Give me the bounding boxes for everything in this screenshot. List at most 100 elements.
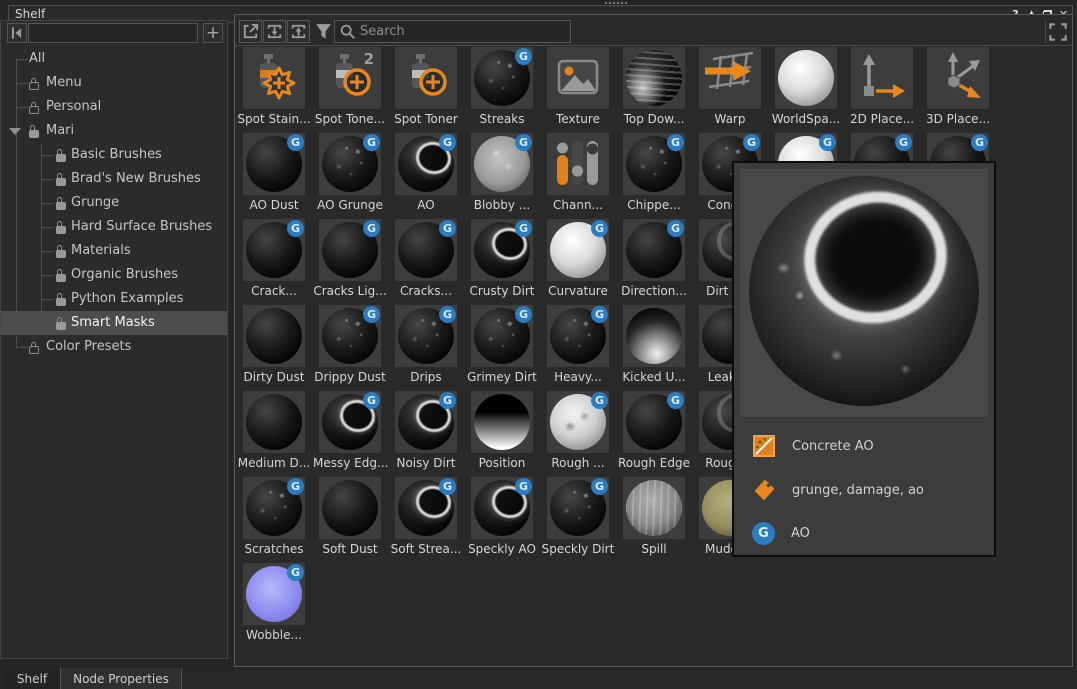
search-input[interactable] [358, 23, 570, 40]
shelf-item[interactable]: Kicked U... [617, 305, 691, 387]
shelf-item[interactable]: GRough Edge [617, 391, 691, 473]
shelf-item[interactable]: GCrack... [237, 219, 311, 301]
shader-ball-thumbnail[interactable]: G [319, 133, 381, 195]
shelf-item[interactable]: GSoft Strea... [389, 477, 463, 559]
shelf-item[interactable]: GCrusty Dirt [465, 219, 539, 301]
shelf-item[interactable]: GNoisy Dirt [389, 391, 463, 473]
shader-ball-thumbnail[interactable]: G [547, 219, 609, 281]
open-external-button[interactable] [239, 20, 262, 43]
shelf-item[interactable]: GDrips [389, 305, 463, 387]
add-shelf-button[interactable]: + [203, 23, 223, 43]
shelf-item[interactable]: Position [465, 391, 539, 473]
shelf-item[interactable]: WorldSpa... [769, 47, 843, 129]
shader-ball-thumbnail[interactable] [775, 47, 837, 109]
shader-ball-thumbnail[interactable] [623, 47, 685, 109]
shelf-item[interactable]: Dirty Dust [237, 305, 311, 387]
shader-ball-thumbnail[interactable]: G [395, 391, 457, 453]
shelf-item[interactable]: GAO [389, 133, 463, 215]
spot-stain-thumbnail[interactable] [243, 47, 305, 109]
shelf-item[interactable]: GChippe... [617, 133, 691, 215]
shader-ball-thumbnail[interactable]: G [395, 133, 457, 195]
shader-ball-thumbnail[interactable]: G [623, 219, 685, 281]
shader-ball-thumbnail[interactable]: G [319, 391, 381, 453]
shader-ball-thumbnail[interactable]: G [471, 219, 533, 281]
shelf-item[interactable]: GSpeckly Dirt [541, 477, 615, 559]
tree-item-mari[interactable]: Mari [1, 119, 227, 143]
texture-thumbnail[interactable] [547, 47, 609, 109]
shader-ball-thumbnail[interactable] [319, 477, 381, 539]
tree-item-personal[interactable]: Personal [1, 95, 227, 119]
shelf-filter-input[interactable] [28, 23, 198, 43]
shader-ball-thumbnail[interactable]: G [243, 219, 305, 281]
shader-ball-thumbnail[interactable]: G [395, 219, 457, 281]
shelf-item[interactable]: Warp [693, 47, 767, 129]
tab-shelf[interactable]: Shelf [4, 668, 60, 689]
shelf-item[interactable]: 2Spot Tone... [313, 47, 387, 129]
shelf-item[interactable]: GScratches [237, 477, 311, 559]
shelf-item[interactable]: GBlobby ... [465, 133, 539, 215]
shader-ball-thumbnail[interactable]: G [471, 305, 533, 367]
shelf-item[interactable]: Top Dow... [617, 47, 691, 129]
shelf-item[interactable]: GMessy Edg... [313, 391, 387, 473]
expand-triangle-icon[interactable] [9, 128, 21, 135]
tree-item-organic-brushes[interactable]: Organic Brushes [1, 263, 227, 287]
tree-item-menu[interactable]: Menu [1, 71, 227, 95]
shader-ball-thumbnail[interactable]: G [623, 133, 685, 195]
shelf-item[interactable]: GDirection... [617, 219, 691, 301]
expand-panel-button[interactable] [1045, 20, 1070, 43]
shelf-item[interactable]: Chann... [541, 133, 615, 215]
shelf-item[interactable]: Soft Dust [313, 477, 387, 559]
shelf-item[interactable]: GRough ... [541, 391, 615, 473]
tab-node-properties[interactable]: Node Properties [60, 668, 182, 689]
spot-toner-thumbnail[interactable]: 2 [319, 47, 381, 109]
shelf-item[interactable]: GAO Grunge [313, 133, 387, 215]
shader-ball-thumbnail[interactable]: G [623, 391, 685, 453]
shelf-item[interactable]: GSpeckly AO [465, 477, 539, 559]
shader-ball-thumbnail[interactable]: G [243, 133, 305, 195]
tree-item-hard-surface-brushes[interactable]: Hard Surface Brushes [1, 215, 227, 239]
spot-toner-thumbnail[interactable] [395, 47, 457, 109]
shelf-item[interactable]: GHeavy... [541, 305, 615, 387]
filter-button[interactable] [312, 20, 335, 43]
collapse-panel-button[interactable] [7, 23, 27, 43]
tree-item-brad-s-new-brushes[interactable]: Brad's New Brushes [1, 167, 227, 191]
shelf-item[interactable]: Spot Toner [389, 47, 463, 129]
shelf-item[interactable]: GWobble... [237, 563, 311, 645]
tree-item-materials[interactable]: Materials [1, 239, 227, 263]
shader-ball-thumbnail[interactable]: G [547, 477, 609, 539]
tree-item-smart-masks[interactable]: Smart Masks [1, 311, 227, 335]
shader-ball-thumbnail[interactable]: G [243, 563, 305, 625]
shelf-item[interactable]: Texture [541, 47, 615, 129]
shader-ball-thumbnail[interactable]: G [319, 305, 381, 367]
shelf-item[interactable]: GCracks Lig... [313, 219, 387, 301]
shelf-item[interactable]: GDrippy Dust [313, 305, 387, 387]
shader-ball-thumbnail[interactable]: G [243, 477, 305, 539]
shader-ball-thumbnail[interactable] [243, 305, 305, 367]
shader-ball-thumbnail[interactable] [623, 305, 685, 367]
shelf-item[interactable]: Spot Stain... [237, 47, 311, 129]
warp-thumbnail[interactable] [699, 47, 761, 109]
tree-item-basic-brushes[interactable]: Basic Brushes [1, 143, 227, 167]
tree-item-python-examples[interactable]: Python Examples [1, 287, 227, 311]
shelf-item[interactable]: GStreaks [465, 47, 539, 129]
shelf-item[interactable]: GCurvature [541, 219, 615, 301]
shelf-item[interactable]: Spill [617, 477, 691, 559]
search-box[interactable] [334, 20, 571, 43]
shader-ball-thumbnail[interactable]: G [395, 305, 457, 367]
shader-ball-thumbnail[interactable]: G [471, 477, 533, 539]
shelf-item[interactable]: 3D Place... [921, 47, 995, 129]
place3d-thumbnail[interactable] [927, 47, 989, 109]
shader-ball-thumbnail[interactable] [471, 391, 533, 453]
export-shelf-button[interactable] [287, 20, 310, 43]
shelf-item[interactable]: Medium D... [237, 391, 311, 473]
shader-ball-thumbnail[interactable]: G [547, 391, 609, 453]
tree-item-grunge[interactable]: Grunge [1, 191, 227, 215]
shader-ball-thumbnail[interactable] [623, 477, 685, 539]
place2d-thumbnail[interactable] [851, 47, 913, 109]
tree-item-color-presets[interactable]: Color Presets [1, 335, 227, 359]
shelf-item[interactable]: GCracks... [389, 219, 463, 301]
shader-ball-thumbnail[interactable]: G [547, 305, 609, 367]
shader-ball-thumbnail[interactable]: G [471, 133, 533, 195]
shelf-item[interactable]: 2D Place... [845, 47, 919, 129]
shelf-item[interactable]: GGrimey Dirt [465, 305, 539, 387]
